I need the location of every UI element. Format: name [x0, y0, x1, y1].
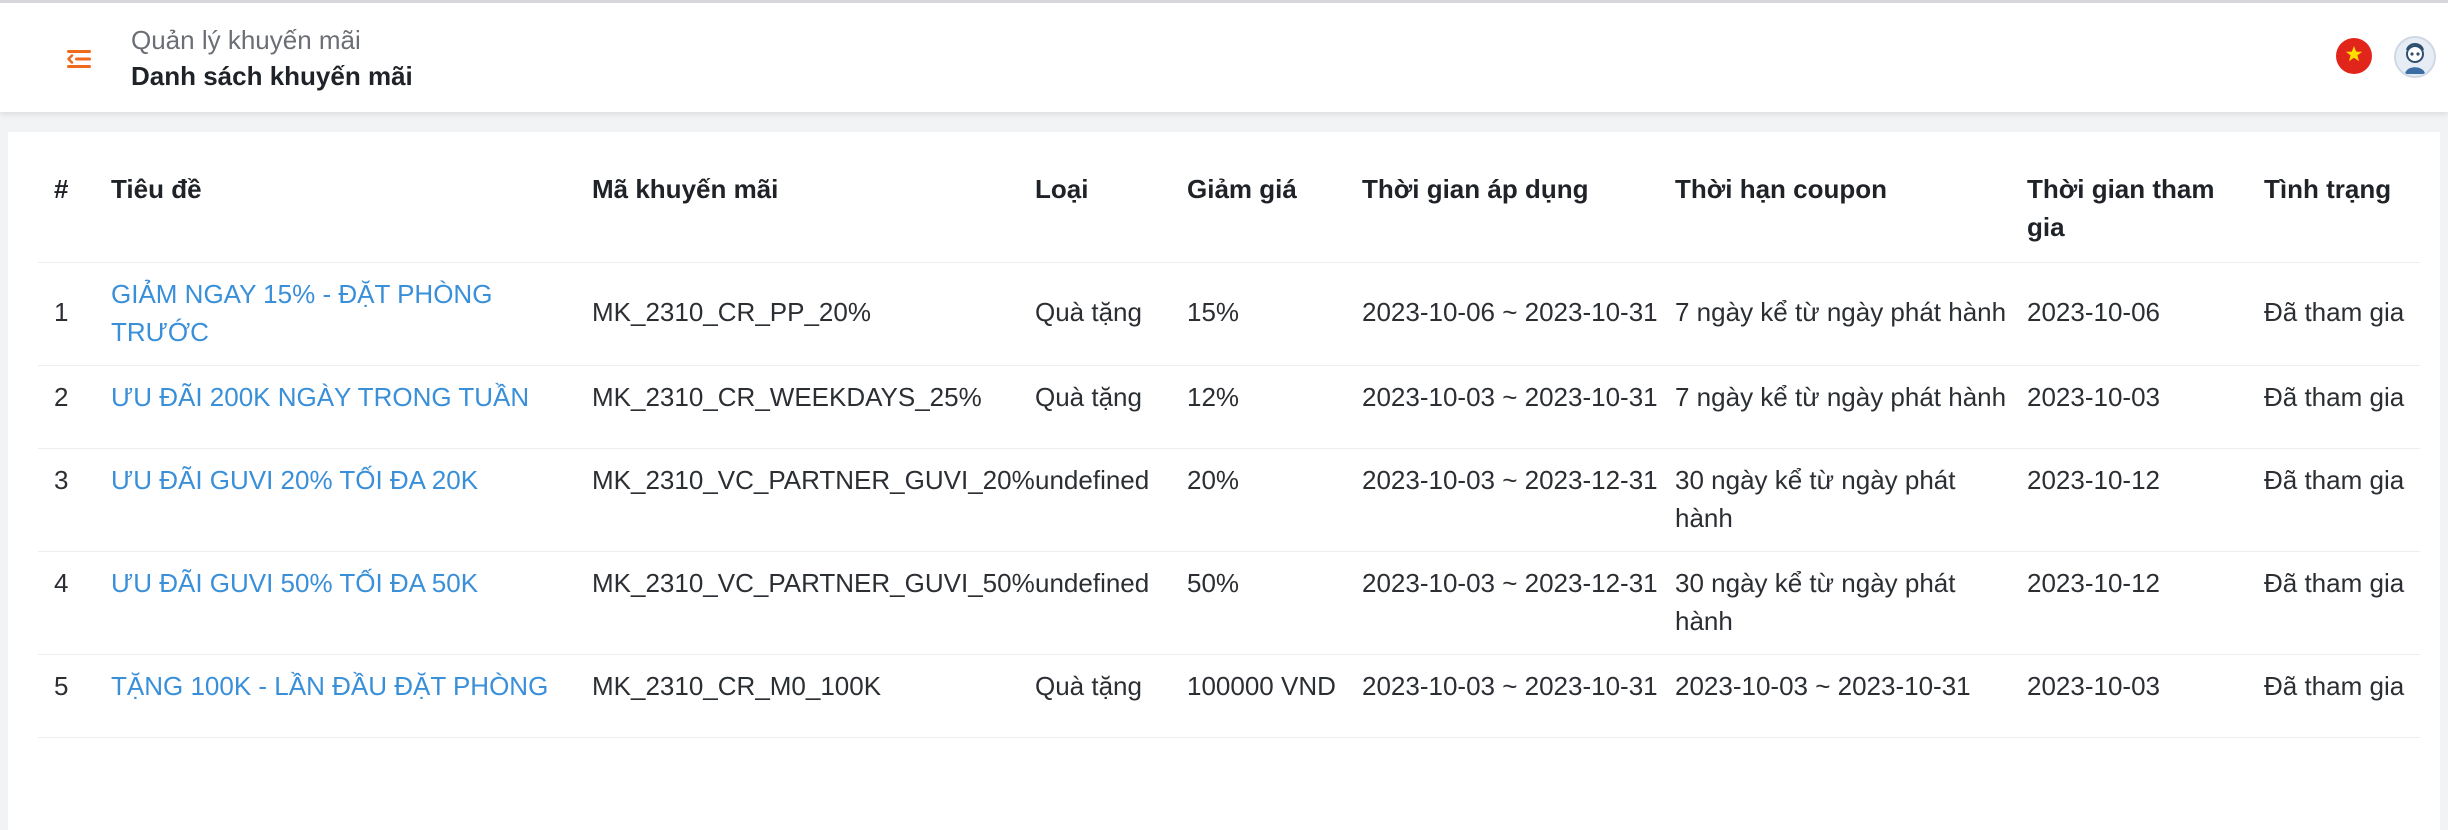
cell-index: 2 — [38, 365, 95, 449]
table-row[interactable]: 1 GIẢM NGAY 15% - ĐẶT PHÒNG TRƯỚC MK_231… — [38, 262, 2420, 366]
cell-code: MK_2310_CR_WEEKDAYS_25% — [576, 365, 1019, 449]
col-header-joined-date[interactable]: Thời gian tham gia — [2011, 132, 2248, 263]
cell-title: ƯU ĐÃI GUVI 50% TỐI ĐA 50K — [95, 551, 576, 655]
cell-type: undefined — [1019, 448, 1171, 552]
promotion-title-link[interactable]: ƯU ĐÃI 200K NGÀY TRONG TUẦN — [111, 382, 529, 412]
cell-period: 2023-10-06 ~ 2023-10-31 — [1346, 262, 1659, 366]
cell-discount: 15% — [1171, 262, 1346, 366]
cell-coupon-validity: 2023-10-03 ~ 2023-10-31 — [1659, 654, 2011, 738]
menu-collapse-icon — [67, 49, 93, 74]
col-header-code[interactable]: Mã khuyến mãi — [576, 132, 1019, 263]
cell-title: GIẢM NGAY 15% - ĐẶT PHÒNG TRƯỚC — [95, 262, 576, 366]
cell-title: TẶNG 100K - LẦN ĐẦU ĐẶT PHÒNG — [95, 654, 576, 738]
table-header-row: # Tiêu đề Mã khuyến mãi Loại Giảm giá Th… — [38, 132, 2420, 263]
cell-code: MK_2310_CR_M0_100K — [576, 654, 1019, 738]
cell-type: undefined — [1019, 551, 1171, 655]
cell-coupon-validity: 30 ngày kể từ ngày phát hành — [1659, 551, 2011, 655]
menu-toggle-button[interactable] — [58, 43, 102, 79]
cell-period: 2023-10-03 ~ 2023-10-31 — [1346, 654, 1659, 738]
cell-status: Đã tham gia — [2248, 551, 2420, 655]
cell-discount: 50% — [1171, 551, 1346, 655]
cell-period: 2023-10-03 ~ 2023-12-31 — [1346, 448, 1659, 552]
table-row[interactable]: 3 ƯU ĐÃI GUVI 20% TỐI ĐA 20K MK_2310_VC_… — [38, 448, 2420, 552]
cell-period: 2023-10-03 ~ 2023-12-31 — [1346, 551, 1659, 655]
table-row[interactable]: 5 TẶNG 100K - LẦN ĐẦU ĐẶT PHÒNG MK_2310_… — [38, 654, 2420, 738]
cell-joined-date: 2023-10-03 — [2011, 654, 2248, 738]
cell-discount: 100000 VND — [1171, 654, 1346, 738]
cell-joined-date: 2023-10-12 — [2011, 551, 2248, 655]
cell-discount: 20% — [1171, 448, 1346, 552]
cell-discount: 12% — [1171, 365, 1346, 449]
cell-status: Đã tham gia — [2248, 654, 2420, 738]
cell-index: 3 — [38, 448, 95, 552]
col-header-status[interactable]: Tình trạng — [2248, 132, 2420, 263]
col-header-type[interactable]: Loại — [1019, 132, 1171, 263]
table-row[interactable]: 2 ƯU ĐÃI 200K NGÀY TRONG TUẦN MK_2310_CR… — [38, 365, 2420, 449]
cell-title: ƯU ĐÃI 200K NGÀY TRONG TUẦN — [95, 365, 576, 449]
cell-coupon-validity: 7 ngày kể từ ngày phát hành — [1659, 365, 2011, 449]
col-header-index[interactable]: # — [38, 132, 95, 263]
col-header-title[interactable]: Tiêu đề — [95, 132, 576, 263]
cell-coupon-validity: 7 ngày kể từ ngày phát hành — [1659, 262, 2011, 366]
cell-joined-date: 2023-10-06 — [2011, 262, 2248, 366]
cell-status: Đã tham gia — [2248, 365, 2420, 449]
cell-index: 5 — [38, 654, 95, 738]
col-header-discount[interactable]: Giảm giá — [1171, 132, 1346, 263]
cell-index: 1 — [38, 262, 95, 366]
cell-status: Đã tham gia — [2248, 448, 2420, 552]
cell-index: 4 — [38, 551, 95, 655]
cell-joined-date: 2023-10-03 — [2011, 365, 2248, 449]
cell-coupon-validity: 30 ngày kể từ ngày phát hành — [1659, 448, 2011, 552]
language-selector[interactable] — [2336, 38, 2372, 74]
promotion-title-link[interactable]: ƯU ĐÃI GUVI 50% TỐI ĐA 50K — [111, 568, 478, 598]
top-bar: Quản lý khuyến mãi Danh sách khuyến mãi — [0, 0, 2448, 112]
cell-joined-date: 2023-10-12 — [2011, 448, 2248, 552]
cell-code: MK_2310_CR_PP_20% — [576, 262, 1019, 366]
vietnam-flag-icon — [2344, 44, 2364, 69]
promotion-title-link[interactable]: GIẢM NGAY 15% - ĐẶT PHÒNG TRƯỚC — [111, 279, 492, 347]
breadcrumb-parent[interactable]: Quản lý khuyến mãi — [131, 23, 413, 57]
cell-title: ƯU ĐÃI GUVI 20% TỐI ĐA 20K — [95, 448, 576, 552]
breadcrumb: Quản lý khuyến mãi Danh sách khuyến mãi — [131, 23, 413, 95]
promotion-list-card: # Tiêu đề Mã khuyến mãi Loại Giảm giá Th… — [8, 132, 2440, 830]
cell-code: MK_2310_VC_PARTNER_GUVI_20% — [576, 448, 1035, 552]
col-header-period[interactable]: Thời gian áp dụng — [1346, 132, 1659, 263]
cell-type: Quà tặng — [1019, 654, 1171, 738]
page-title: Danh sách khuyến mãi — [131, 61, 413, 91]
user-avatar[interactable] — [2394, 36, 2436, 78]
table-row[interactable]: 4 ƯU ĐÃI GUVI 50% TỐI ĐA 50K MK_2310_VC_… — [38, 551, 2420, 655]
cell-code: MK_2310_VC_PARTNER_GUVI_50% — [576, 551, 1035, 655]
promotion-title-link[interactable]: TẶNG 100K - LẦN ĐẦU ĐẶT PHÒNG — [111, 671, 548, 701]
col-header-coupon-validity[interactable]: Thời hạn coupon — [1659, 132, 2011, 263]
cell-period: 2023-10-03 ~ 2023-10-31 — [1346, 365, 1659, 449]
cell-type: Quà tặng — [1019, 365, 1171, 449]
cell-status: Đã tham gia — [2248, 262, 2420, 366]
promotion-table: # Tiêu đề Mã khuyến mãi Loại Giảm giá Th… — [38, 132, 2420, 738]
cell-type: Quà tặng — [1019, 262, 1171, 366]
promotion-title-link[interactable]: ƯU ĐÃI GUVI 20% TỐI ĐA 20K — [111, 465, 478, 495]
